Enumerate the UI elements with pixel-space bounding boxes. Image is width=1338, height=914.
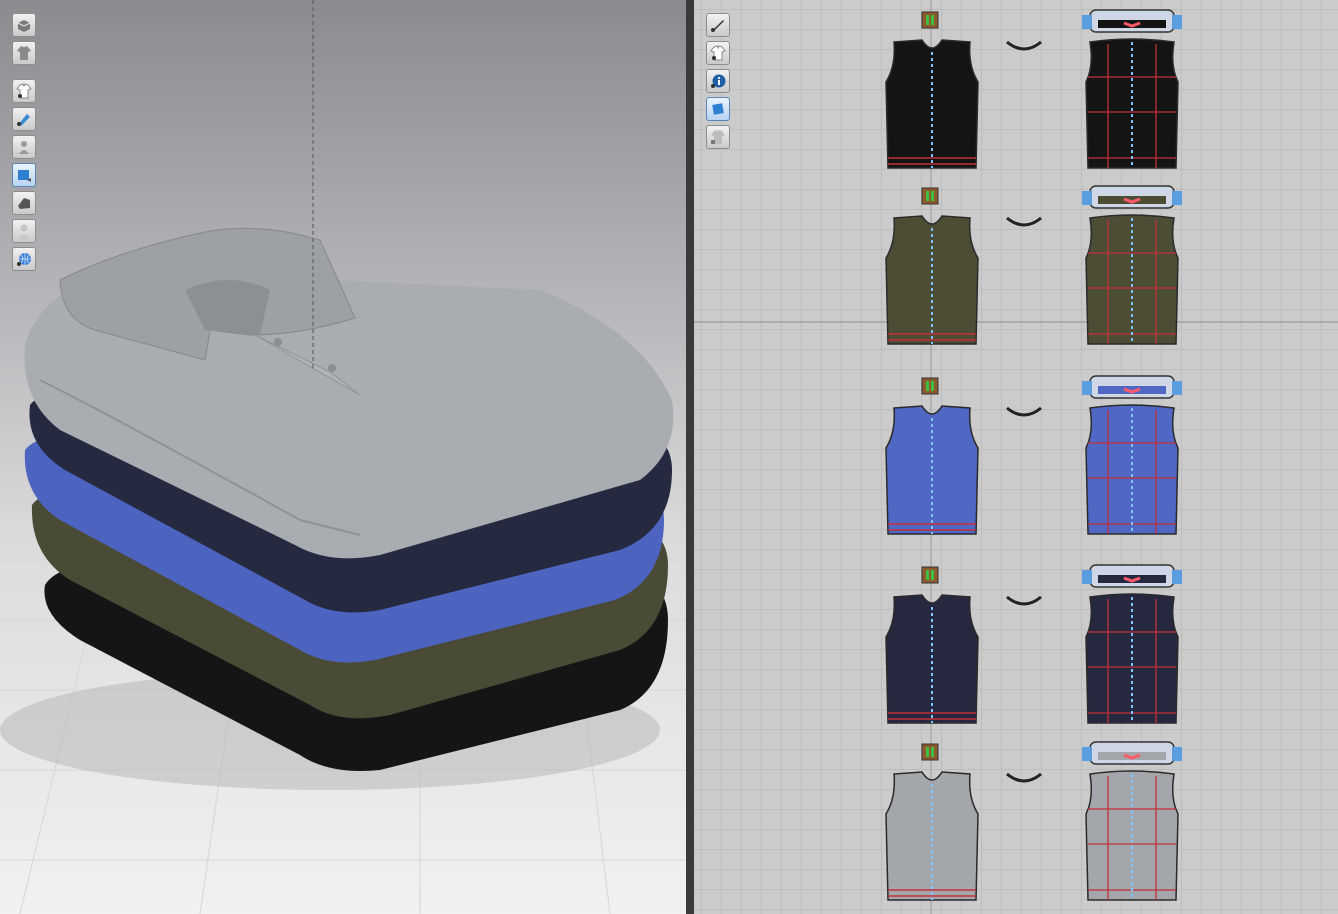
placket-piece[interactable] xyxy=(921,743,939,761)
collar-piece[interactable] xyxy=(1006,595,1042,606)
texture-visibility-button[interactable] xyxy=(706,97,730,121)
show-garment-button[interactable] xyxy=(12,79,36,103)
globe-render-icon xyxy=(17,253,31,266)
garment-display-icon xyxy=(17,46,31,60)
collar-piece[interactable] xyxy=(1006,406,1042,417)
2d-pattern-viewport[interactable] xyxy=(694,0,1338,914)
pattern-canvas xyxy=(694,0,1338,914)
garment-display-button[interactable] xyxy=(12,41,36,65)
info-visibility-icon xyxy=(711,74,726,88)
folded-shirts-scene xyxy=(0,0,686,914)
show-garment-icon xyxy=(16,83,32,99)
texture-visibility-icon xyxy=(712,103,724,115)
show-avatar-button[interactable] xyxy=(12,135,36,159)
lock-shirt-button[interactable] xyxy=(706,125,730,149)
shirt-visibility-icon xyxy=(710,45,726,61)
placket-piece[interactable] xyxy=(921,377,939,395)
2d-toolbar xyxy=(706,13,730,153)
placket-piece[interactable] xyxy=(921,566,939,584)
avatar-silhouette-icon xyxy=(19,224,29,239)
show-avatar-icon xyxy=(19,141,29,154)
show-texture-button[interactable] xyxy=(12,107,36,131)
panel-divider[interactable] xyxy=(686,0,694,914)
gray-shirt-pattern[interactable] xyxy=(885,741,1182,901)
show-texture-icon xyxy=(17,114,30,126)
pen-visibility-icon xyxy=(711,20,724,32)
collar-piece[interactable] xyxy=(1006,216,1042,227)
navy-shirt-pattern[interactable] xyxy=(885,564,1182,724)
pen-visibility-button[interactable] xyxy=(706,13,730,37)
avatar-silhouette-button[interactable] xyxy=(12,219,36,243)
show-surface-button[interactable] xyxy=(12,191,36,215)
show-arrangement-button[interactable] xyxy=(12,163,36,187)
placket-piece[interactable] xyxy=(921,187,939,205)
lock-shirt-icon xyxy=(711,130,725,144)
shirt-visibility-button[interactable] xyxy=(706,41,730,65)
cube-display-button[interactable] xyxy=(12,13,36,37)
blue-shirt-pattern[interactable] xyxy=(885,375,1182,535)
placket-piece[interactable] xyxy=(921,11,939,29)
black-shirt-pattern[interactable] xyxy=(885,9,1182,169)
info-visibility-button[interactable] xyxy=(706,69,730,93)
olive-shirt-pattern[interactable] xyxy=(885,185,1182,345)
3d-viewport[interactable] xyxy=(0,0,686,914)
collar-piece[interactable] xyxy=(1006,772,1042,783)
show-arrangement-icon xyxy=(18,170,31,182)
cube-display-icon xyxy=(17,20,31,32)
globe-render-button[interactable] xyxy=(12,247,36,271)
show-surface-icon xyxy=(18,198,30,209)
collar-piece[interactable] xyxy=(1006,40,1042,51)
3d-toolbar xyxy=(12,13,36,275)
